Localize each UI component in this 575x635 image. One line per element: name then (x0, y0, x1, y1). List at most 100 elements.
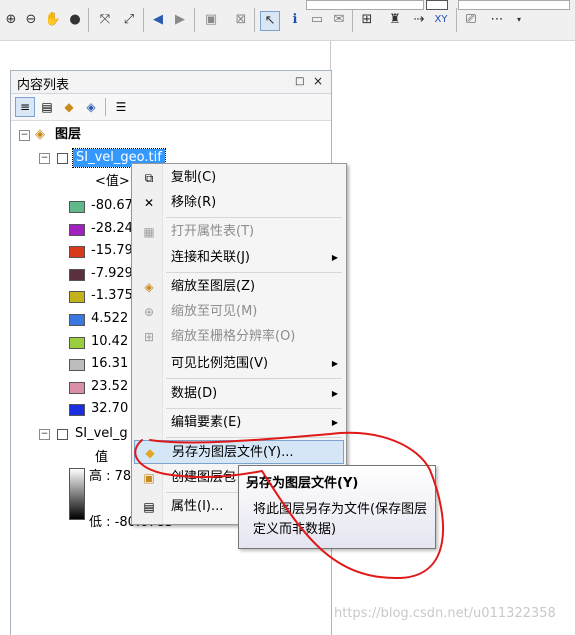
go-to-xy-icon[interactable]: XY (432, 11, 450, 29)
class-swatch[interactable] (69, 336, 85, 349)
list-by-drawing-order-icon[interactable]: ≡ (15, 97, 35, 117)
class-swatch[interactable] (69, 268, 85, 281)
zoom-visible-icon: ⊕ (143, 305, 155, 319)
submenu-arrow-icon: ▶ (331, 253, 338, 262)
class-swatch[interactable] (69, 291, 85, 304)
menu-item-label: 编辑要素(E) (171, 415, 242, 430)
layers-root-label: 图层 (55, 127, 82, 142)
class-swatch[interactable] (69, 359, 85, 372)
copy-icon: ⧉ (144, 171, 154, 185)
class-swatch[interactable] (69, 246, 85, 259)
layers-folder-icon: ◈ (35, 127, 45, 142)
toolbar-field[interactable] (426, 0, 448, 10)
menu-tooltip: 另存为图层文件(Y) 将此图层另存为文件(保存图层定义而非数据) (238, 465, 436, 549)
main-toolbar: ⊕ ⊖ ✋ ● ⤧ ⤢ ◀ ▶ ▣ ⊠ ↖ ℹ ▭ ✉ ⊞ ♜ ⇢ XY ⎚ ⋯… (0, 0, 575, 41)
globe-icon[interactable]: ● (66, 11, 84, 29)
class-label: -1.375 (91, 288, 133, 304)
toc-title: 内容列表 (17, 78, 70, 93)
html-popup-icon[interactable]: ▭ (308, 11, 326, 29)
class-label: -28.24 (91, 220, 133, 236)
menu-item-data[interactable]: 数据(D) ▶ (134, 382, 344, 406)
zoom-raster-icon: ⊞ (143, 330, 155, 344)
fixed-zoom-icon[interactable]: ⤢ (120, 11, 138, 29)
menu-item-label: 复制(C) (171, 170, 217, 185)
forward-icon[interactable]: ▶ (171, 11, 189, 29)
list-by-selection-icon[interactable]: ◈ (81, 97, 101, 117)
menu-item-open-attribute-table[interactable]: ▦ 打开属性表(T) (134, 220, 344, 244)
submenu-arrow-icon: ▶ (331, 418, 338, 427)
layer-package-icon: ▣ (143, 471, 155, 485)
layer-visibility-checkbox[interactable] (57, 153, 68, 164)
menu-item-label: 另存为图层文件(Y)... (172, 445, 294, 460)
measure-icon[interactable]: ✉ (330, 11, 348, 29)
menu-item-zoom-to-layer[interactable]: ◈ 缩放至图层(Z) (134, 275, 344, 299)
select-elements-icon[interactable]: ↖ (260, 11, 280, 31)
collapse-icon[interactable]: − (19, 130, 30, 141)
clear-selection-icon[interactable]: ⊠ (232, 11, 250, 29)
class-swatch[interactable] (69, 223, 85, 236)
menu-item-label: 创建图层包 (171, 470, 237, 485)
class-label: 4.522 (91, 311, 129, 326)
select-features-icon[interactable]: ▣ (202, 11, 220, 29)
overflow-icon[interactable]: ⋯ (488, 11, 506, 29)
high-value: 高 : 78 (89, 469, 132, 484)
full-extent-icon[interactable]: ⤧ (96, 11, 114, 29)
tooltip-body: 将此图层另存为文件(保存图层定义而非数据) (253, 502, 428, 537)
menu-item-label: 数据(D) (171, 386, 218, 401)
options-icon[interactable]: ☰ (111, 97, 131, 117)
class-swatch[interactable] (69, 201, 85, 213)
menu-item-visible-scale-range[interactable]: 可见比例范围(V) ▶ (134, 352, 344, 376)
value-label: 值 (95, 450, 109, 465)
menu-item-label: 移除(R) (171, 195, 217, 210)
time-slider-icon[interactable]: ⎚ (462, 11, 480, 29)
submenu-arrow-icon: ▶ (331, 389, 338, 398)
toc-toolbar: ≡ ▤ ◆ ◈ ☰ (11, 94, 331, 121)
toolbar-dropdown-icon[interactable]: ▾ (510, 11, 528, 29)
menu-item-zoom-to-raster-resolution[interactable]: ⊞ 缩放至栅格分辨率(O) (134, 325, 344, 349)
properties-icon: ▤ (143, 500, 155, 514)
remove-icon: ✕ (143, 196, 155, 210)
list-by-visibility-icon[interactable]: ◆ (59, 97, 79, 117)
toc-title-bar: 内容列表 □ × (11, 71, 331, 94)
collapse-icon[interactable]: − (39, 153, 50, 164)
menu-item-remove[interactable]: ✕ 移除(R) (134, 191, 344, 215)
class-swatch[interactable] (69, 404, 85, 417)
menu-item-label: 属性(I)... (171, 499, 224, 514)
layer-name[interactable]: SI_vel_g (75, 424, 128, 444)
find-icon[interactable]: ♜ (386, 11, 404, 29)
back-icon[interactable]: ◀ (149, 11, 167, 29)
class-label: -7.929 (91, 265, 133, 281)
value-header: <值> (95, 174, 130, 189)
class-label: -80.67 (91, 198, 133, 213)
zoom-out-icon[interactable]: ⊖ (22, 11, 40, 29)
toolbar-strip (458, 0, 570, 10)
tooltip-title: 另存为图层文件(Y) (246, 476, 359, 491)
close-icon[interactable]: × (313, 74, 323, 88)
class-swatch[interactable] (69, 314, 85, 326)
menu-item-save-as-layer-file[interactable]: ◆ 另存为图层文件(Y)... (134, 440, 344, 464)
menu-item-copy[interactable]: ⧉ 复制(C) (134, 166, 344, 190)
menu-item-label: 连接和关联(J) (171, 250, 250, 265)
ruler-icon[interactable]: ⊞ (358, 11, 376, 29)
class-label: 10.42 (91, 333, 129, 349)
pan-icon[interactable]: ✋ (44, 11, 62, 29)
menu-item-label: 缩放至图层(Z) (171, 279, 256, 294)
stretch-gradient (69, 468, 85, 520)
layer-visibility-checkbox[interactable] (57, 429, 68, 440)
route-icon[interactable]: ⇢ (410, 11, 428, 29)
menu-item-zoom-to-visible[interactable]: ⊕ 缩放至可见(M) (134, 300, 344, 324)
watermark: https://blog.csdn.net/u011322358 (334, 606, 556, 621)
class-label: 32.70 (91, 401, 129, 417)
pin-icon[interactable]: □ (295, 76, 304, 87)
zoom-in-icon[interactable]: ⊕ (2, 11, 20, 29)
menu-item-label: 缩放至栅格分辨率(O) (171, 329, 296, 344)
menu-item-edit-features[interactable]: 编辑要素(E) ▶ (134, 411, 344, 435)
list-by-source-icon[interactable]: ▤ (37, 97, 57, 117)
class-swatch[interactable] (69, 381, 85, 394)
menu-item-joins-relates[interactable]: 连接和关联(J) ▶ (134, 246, 344, 270)
collapse-icon[interactable]: − (39, 429, 50, 440)
layers-root-row[interactable]: − ◈ 图层 (11, 125, 311, 145)
scale-field[interactable] (306, 0, 424, 10)
identify-icon[interactable]: ℹ (286, 11, 304, 29)
zoom-layer-icon: ◈ (144, 280, 154, 294)
